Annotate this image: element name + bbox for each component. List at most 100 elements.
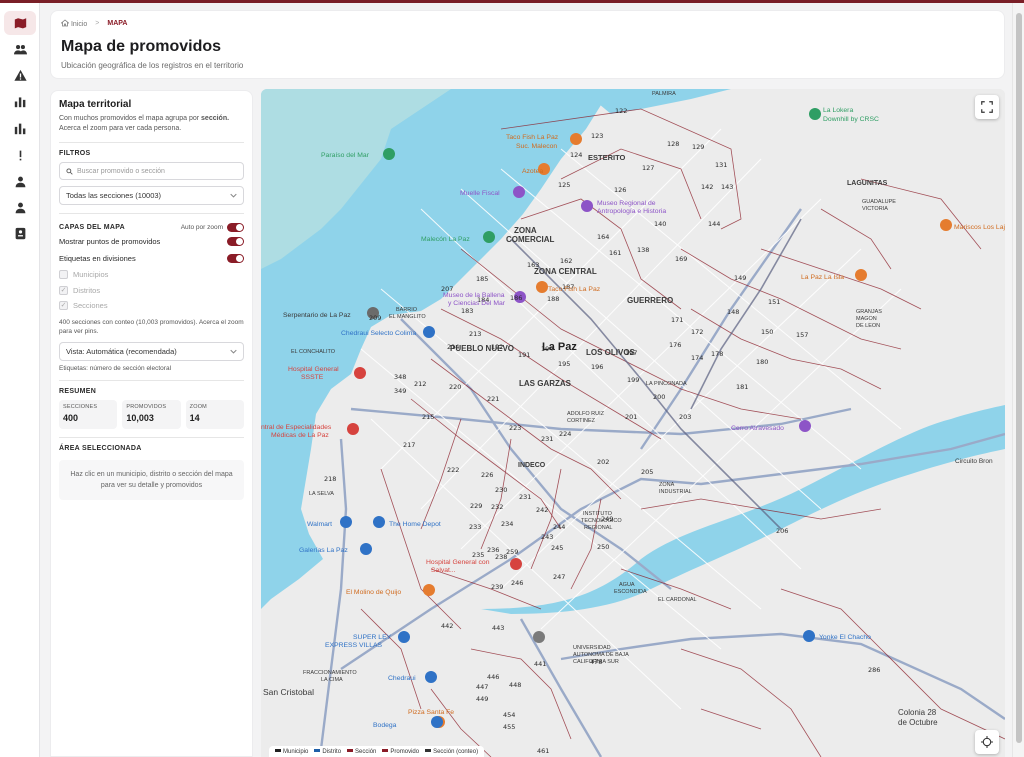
warning-icon bbox=[13, 69, 27, 81]
svg-text:235: 235 bbox=[472, 551, 484, 559]
svg-text:349: 349 bbox=[394, 387, 406, 395]
auto-zoom-toggle[interactable] bbox=[227, 222, 244, 232]
nav-reports-button[interactable] bbox=[4, 116, 36, 140]
nav-profile-button[interactable] bbox=[4, 195, 36, 219]
svg-text:233: 233 bbox=[469, 523, 481, 531]
division-labels-row: Etiquetas en divisiones bbox=[59, 250, 244, 267]
nav-notice-button[interactable] bbox=[4, 143, 36, 167]
svg-text:199: 199 bbox=[627, 376, 639, 384]
secciones-label: Secciones bbox=[73, 301, 108, 311]
svg-text:259: 259 bbox=[506, 548, 518, 556]
svg-text:200: 200 bbox=[653, 393, 665, 401]
svg-text:PALMIRA: PALMIRA bbox=[652, 91, 676, 97]
svg-text:EL MANGLITO: EL MANGLITO bbox=[389, 314, 426, 320]
svg-text:INDUSTRIAL: INDUSTRIAL bbox=[659, 489, 692, 495]
svg-text:161: 161 bbox=[609, 249, 621, 257]
svg-text:AUTONOMA DE BAJA: AUTONOMA DE BAJA bbox=[573, 652, 629, 658]
show-points-toggle[interactable] bbox=[227, 237, 244, 246]
svg-text:442: 442 bbox=[441, 622, 453, 630]
svg-text:229: 229 bbox=[470, 502, 482, 510]
svg-text:REGIONAL: REGIONAL bbox=[584, 525, 612, 531]
svg-text:149: 149 bbox=[734, 274, 746, 282]
svg-text:COMERCIAL: COMERCIAL bbox=[506, 235, 555, 244]
svg-text:Chedraui Selecto Colima: Chedraui Selecto Colima bbox=[341, 330, 416, 337]
svg-text:174: 174 bbox=[691, 354, 703, 362]
nav-map-button[interactable] bbox=[4, 11, 36, 35]
legend-label: Municipio bbox=[283, 748, 309, 755]
nav-alerts-button[interactable] bbox=[4, 63, 36, 87]
svg-text:UNIVERSIDAD: UNIVERSIDAD bbox=[573, 645, 611, 651]
legend-label: Sección (conteo) bbox=[433, 748, 479, 755]
svg-text:443: 443 bbox=[492, 624, 504, 632]
map-canvas[interactable]: 122 123 124 125 126 127 128 129 131 142 143 144 140 1… bbox=[261, 89, 1005, 757]
municipios-checkbox[interactable] bbox=[59, 270, 68, 280]
svg-text:129: 129 bbox=[692, 143, 704, 151]
svg-text:162: 162 bbox=[560, 257, 572, 265]
sections-select[interactable]: Todas las secciones (10003) bbox=[59, 186, 244, 205]
svg-text:VICTORIA: VICTORIA bbox=[862, 206, 888, 212]
svg-text:226: 226 bbox=[481, 471, 493, 479]
map-legend: Municipio Distrito Sección Promovido Sec… bbox=[269, 746, 485, 757]
svg-text:PUEBLO NUEVO: PUEBLO NUEVO bbox=[450, 344, 514, 353]
search-input[interactable]: Buscar promovido o sección bbox=[59, 162, 244, 180]
svg-text:Hospital General: Hospital General bbox=[288, 366, 339, 373]
divider bbox=[59, 142, 244, 143]
page-scrollbar[interactable] bbox=[1012, 3, 1024, 757]
svg-text:de Octubre: de Octubre bbox=[898, 718, 938, 727]
labels-note: Etiquetas: número de sección electoral bbox=[59, 364, 172, 372]
svg-text:EXPRESS VILLAS: EXPRESS VILLAS bbox=[325, 642, 383, 649]
svg-text:Serpentario de La Paz: Serpentario de La Paz bbox=[283, 312, 351, 319]
svg-text:Azotea: Azotea bbox=[522, 168, 543, 175]
svg-text:246: 246 bbox=[511, 579, 523, 587]
svg-text:127: 127 bbox=[642, 164, 654, 172]
distritos-checkbox[interactable]: ✓ bbox=[59, 285, 68, 295]
legend-swatch bbox=[425, 748, 432, 752]
svg-text:Downhill by CRSC: Downhill by CRSC bbox=[823, 116, 879, 123]
secciones-checkbox-row[interactable]: ✓ Secciones bbox=[59, 298, 244, 314]
svg-text:181: 181 bbox=[736, 383, 748, 391]
svg-text:348: 348 bbox=[394, 373, 406, 381]
svg-text:123: 123 bbox=[591, 132, 603, 140]
breadcrumb-home-link[interactable]: Inicio bbox=[60, 19, 87, 28]
map-icon bbox=[14, 17, 26, 28]
svg-text:El Molino de Quijo: El Molino de Quijo bbox=[346, 589, 401, 596]
svg-text:244: 244 bbox=[553, 523, 565, 531]
svg-text:250: 250 bbox=[597, 543, 609, 551]
map-control-panel: Mapa territorial Con muchos promovidos e… bbox=[50, 90, 253, 757]
stat-promovidos: PROMOVIDOS 10,003 bbox=[122, 399, 181, 429]
nav-person-button[interactable] bbox=[4, 169, 36, 193]
svg-text:205: 205 bbox=[641, 468, 653, 476]
recenter-button[interactable] bbox=[975, 730, 999, 754]
svg-text:Galerías La Paz: Galerías La Paz bbox=[299, 547, 348, 554]
filters-label: FILTROS bbox=[59, 150, 91, 157]
secciones-checkbox[interactable]: ✓ bbox=[59, 301, 68, 311]
division-labels-toggle[interactable] bbox=[227, 254, 244, 263]
municipios-checkbox-row[interactable]: Municipios bbox=[59, 267, 244, 283]
svg-text:Muelle Fiscal: Muelle Fiscal bbox=[460, 190, 500, 197]
nav-stats-button[interactable] bbox=[4, 89, 36, 113]
search-placeholder: Buscar promovido o sección bbox=[77, 167, 165, 175]
panel-description-text: Con muchos promovidos el mapa agrupa por bbox=[59, 115, 202, 122]
nav-users-button[interactable] bbox=[4, 37, 36, 61]
svg-text:217: 217 bbox=[403, 441, 415, 449]
svg-text:221: 221 bbox=[487, 395, 499, 403]
svg-text:La Paz: La Paz bbox=[542, 341, 577, 353]
svg-text:203: 203 bbox=[679, 413, 691, 421]
show-points-label: Mostrar puntos de promovidos bbox=[59, 237, 161, 246]
distritos-checkbox-row[interactable]: ✓ Distritos bbox=[59, 283, 244, 299]
fullscreen-button[interactable] bbox=[975, 95, 999, 119]
scrollbar-thumb[interactable] bbox=[1016, 13, 1022, 743]
svg-text:124: 124 bbox=[570, 151, 582, 159]
svg-text:Antropología e Historia: Antropología e Historia bbox=[597, 208, 666, 215]
svg-text:183: 183 bbox=[461, 307, 473, 315]
svg-text:Museo de la Ballena: Museo de la Ballena bbox=[443, 292, 505, 299]
view-select[interactable]: Vista: Automática (recomendada) bbox=[59, 341, 244, 361]
users-icon bbox=[13, 44, 27, 54]
nav-badge-button[interactable] bbox=[4, 221, 36, 245]
search-icon bbox=[66, 167, 73, 175]
fullscreen-icon bbox=[981, 101, 993, 113]
divider bbox=[59, 213, 244, 214]
svg-text:Pizza Santa Fe: Pizza Santa Fe bbox=[408, 709, 454, 716]
svg-text:196: 196 bbox=[591, 363, 603, 371]
svg-text:178: 178 bbox=[711, 350, 723, 358]
